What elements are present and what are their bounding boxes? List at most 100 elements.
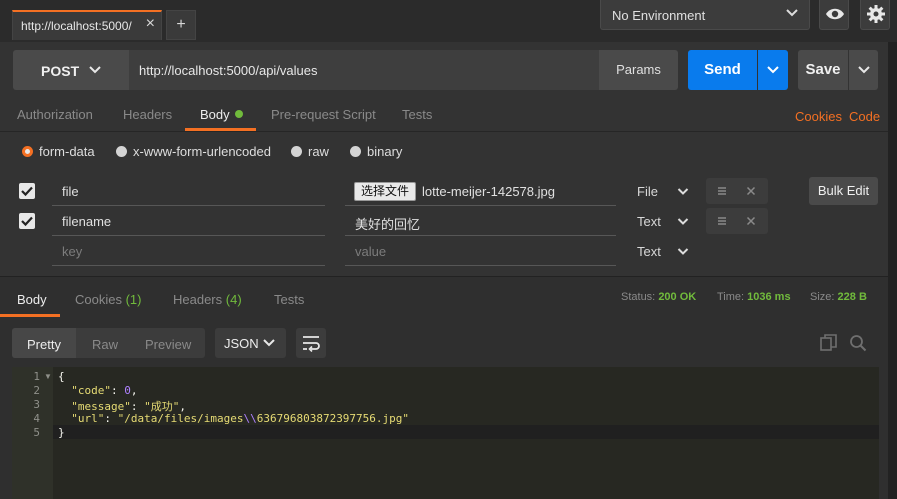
format-select[interactable]: JSON [215,328,286,358]
code-link[interactable]: Code [849,109,880,124]
row-controls [706,208,768,234]
tab-headers[interactable]: Headers [123,107,172,122]
time-readout: Time: 1036 ms [717,291,791,303]
code-line-1: { [58,370,65,383]
url-input[interactable]: http://localhost:5000/api/values [129,50,599,90]
drag-handle-icon[interactable] [717,186,727,196]
radio-form-data-label: form-data [39,144,95,159]
radio-urlencoded-label: x-www-form-urlencoded [133,144,271,159]
view-pretty[interactable]: Pretty [27,337,61,352]
tab-authorization[interactable]: Authorization [17,107,93,122]
environment-select[interactable]: No Environment [600,0,810,30]
headers-count: (4) [225,292,242,307]
format-label: JSON [224,336,259,351]
check-icon [21,186,33,197]
save-dropdown-button[interactable] [849,50,878,90]
radio-raw[interactable]: raw [291,144,329,159]
save-button[interactable]: Save [798,50,848,90]
tab-prerequest-script[interactable]: Pre-request Script [271,107,376,122]
value-underline [345,235,616,236]
window-scrollbar[interactable] [888,42,897,499]
tab-tests[interactable]: Tests [402,107,432,122]
method-label: POST [41,63,80,79]
value-input-placeholder[interactable]: value [355,244,386,259]
status-value: 200 OK [658,291,697,303]
chevron-down-icon[interactable] [677,217,689,226]
cookies-link[interactable]: Cookies [795,109,842,124]
send-dropdown-button[interactable] [758,50,788,90]
check-icon [21,216,33,227]
type-select-label: File [637,184,658,199]
choose-file-button[interactable]: 选择文件 [354,182,417,201]
response-tab-cookies[interactable]: Cookies (1) [75,292,141,307]
tab-body-label: Body [200,107,230,122]
line-number: 2 [33,384,40,397]
view-preview[interactable]: Preview [145,337,191,352]
form-key-filename[interactable]: filename [62,214,111,229]
response-tab-headers[interactable]: Headers (4) [173,292,242,307]
radio-icon [116,146,127,157]
form-value-filename: lotte-meijer-142578.jpg [422,184,555,199]
radio-form-data[interactable]: form-data [22,144,95,159]
divider [0,131,888,132]
status-readout: Status: 200 OK [621,291,696,303]
tab-body[interactable]: Body [200,107,243,122]
json-open-brace: { [58,370,65,383]
response-tab-tests[interactable]: Tests [274,292,304,307]
size-readout: Size: 228 B [810,291,867,303]
response-tab-body[interactable]: Body [17,292,47,307]
type-select[interactable]: Text [637,214,661,229]
radio-selected-icon [22,146,33,157]
line-number: 4 [33,412,40,425]
method-select[interactable]: POST [13,50,129,90]
radio-binary[interactable]: binary [350,144,402,159]
row-checkbox[interactable] [19,183,35,199]
active-dot-icon [234,110,243,118]
active-tab-underline [0,314,60,317]
value-underline [345,265,616,266]
search-icon[interactable] [849,334,867,352]
key-underline [52,265,325,266]
wrap-lines-button[interactable] [296,328,326,358]
eye-button[interactable] [819,0,849,30]
chevron-down-icon [767,66,779,74]
view-raw[interactable]: Raw [92,337,118,352]
environment-label: No Environment [612,8,706,23]
form-key-file[interactable]: file [62,184,79,199]
radio-raw-label: raw [308,144,329,159]
row-checkbox[interactable] [19,213,35,229]
copy-icon[interactable] [820,334,838,352]
form-value-text[interactable]: 美好的回忆 [355,214,420,233]
radio-binary-label: binary [367,144,403,159]
json-key-code: "code" [71,384,111,397]
json-value-url-a: "/data/files/images [117,412,244,425]
code-line-4: "url": "/data/files/images\\636796803872… [71,412,410,425]
settings-button[interactable] [860,0,890,30]
delete-row-icon[interactable] [746,186,756,196]
add-tab-button[interactable]: + [166,10,196,40]
type-select[interactable]: File [637,184,658,199]
json-key-url: "url" [71,412,105,425]
params-button[interactable]: Params [599,50,678,90]
key-underline [52,205,325,206]
json-value-code: 0 [124,384,131,397]
send-button[interactable]: Send [688,50,757,90]
bulk-edit-button[interactable]: Bulk Edit [809,177,878,205]
code-line-2: "code": 0, [71,384,138,397]
drag-handle-icon[interactable] [717,216,727,226]
type-select[interactable]: Text [637,244,661,259]
close-tab-icon[interactable]: × [146,15,155,33]
key-input-placeholder[interactable]: key [62,244,82,259]
radio-icon [350,146,361,157]
response-tab-cookies-label: Cookies [75,292,122,307]
row-controls [706,178,768,204]
chevron-down-icon[interactable] [677,187,689,196]
fold-arrow-icon[interactable]: ▼ [44,372,52,381]
chevron-down-icon[interactable] [677,247,689,256]
delete-row-icon[interactable] [746,216,756,226]
request-tab[interactable]: http://localhost:5000/ × [12,10,162,40]
status-label: Status: [621,291,656,303]
eye-icon [826,8,844,20]
chevron-down-icon [858,66,870,74]
radio-urlencoded[interactable]: x-www-form-urlencoded [116,144,271,159]
